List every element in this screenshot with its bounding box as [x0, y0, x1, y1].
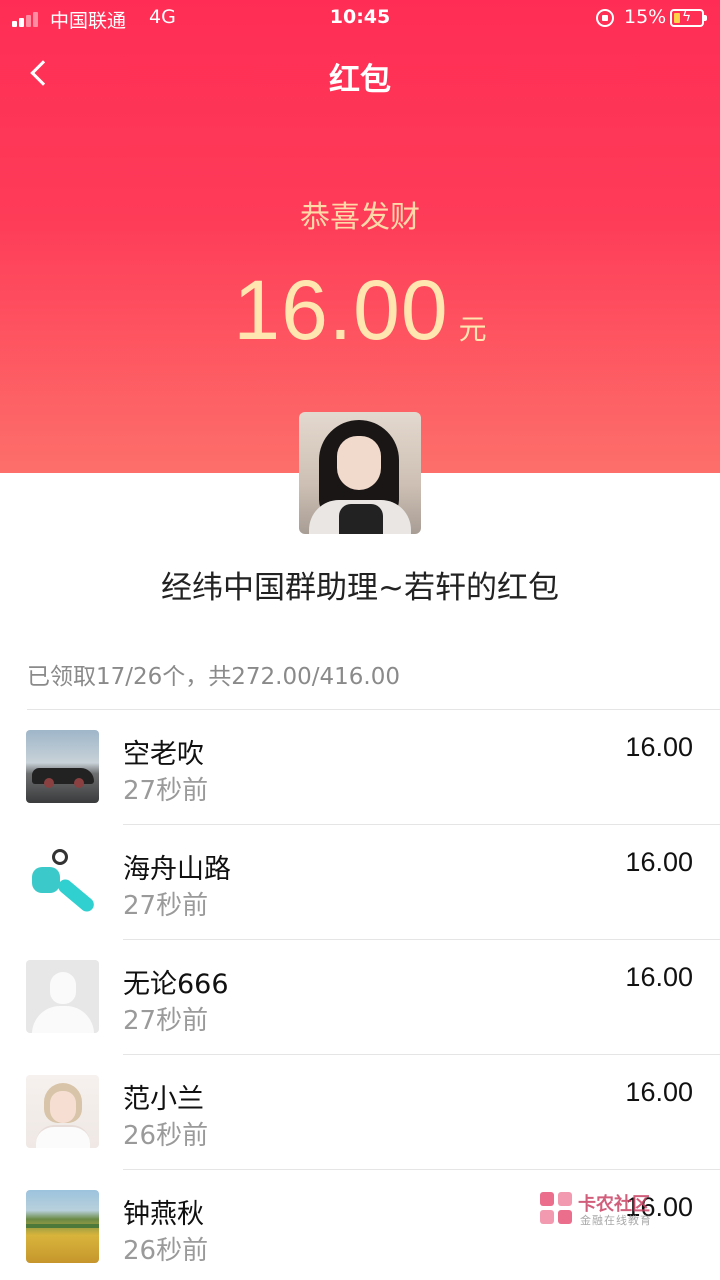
recipient-amount: 16.00 — [625, 962, 693, 992]
recipient-amount: 16.00 — [625, 1077, 693, 1107]
rotation-lock-icon — [596, 9, 614, 27]
watermark: 卡农社区 金融在线教育 — [540, 1190, 670, 1230]
recipient-name: 空老吹 — [123, 739, 204, 770]
recipient-name: 海舟山路 — [123, 854, 231, 885]
kanong-logo-icon — [540, 1192, 574, 1226]
amount-unit: 元 — [458, 313, 487, 346]
claim-summary: 已领取17/26个，共272.00/416.00 — [27, 664, 400, 690]
list-item[interactable]: 无论666 27秒前 16.00 — [0, 940, 720, 1055]
avatar[interactable] — [26, 1075, 99, 1148]
avatar[interactable] — [26, 845, 99, 918]
recipient-amount: 16.00 — [625, 732, 693, 762]
avatar[interactable] — [26, 960, 99, 1033]
watermark-tagline: 金融在线教育 — [580, 1214, 652, 1227]
packet-title: 经纬中国群助理~若轩的红包 — [161, 570, 559, 606]
red-packet-detail-page: 中国联通 4G 10:45 15% ϟ 红包 恭喜发财 16.00 元 经纬中国群… — [0, 0, 720, 1280]
red-packet-header: 中国联通 4G 10:45 15% ϟ 红包 恭喜发财 16.00 元 — [0, 0, 720, 473]
list-item[interactable]: 海舟山路 27秒前 16.00 — [0, 825, 720, 940]
packet-amount-row: 16.00 元 — [0, 262, 720, 359]
status-bar: 中国联通 4G 10:45 15% ϟ — [0, 0, 720, 36]
avatar[interactable] — [26, 730, 99, 803]
recipient-time: 26秒前 — [123, 1236, 209, 1266]
battery-icon: ϟ — [670, 9, 707, 27]
sender-avatar[interactable] — [299, 412, 421, 534]
recipient-time: 27秒前 — [123, 776, 209, 806]
battery-percent: 15% — [624, 6, 667, 28]
recipient-time: 27秒前 — [123, 891, 209, 921]
avatar[interactable] — [26, 1190, 99, 1263]
recipient-time: 26秒前 — [123, 1121, 209, 1151]
recipient-time: 27秒前 — [123, 1006, 209, 1036]
list-item[interactable]: 范小兰 26秒前 16.00 — [0, 1055, 720, 1170]
packet-amount: 16.00 — [233, 263, 449, 357]
list-item[interactable]: 空老吹 27秒前 16.00 — [0, 710, 720, 825]
packet-greeting: 恭喜发财 — [300, 200, 420, 235]
page-title: 红包 — [329, 62, 391, 98]
recipient-amount: 16.00 — [625, 847, 693, 877]
recipient-name: 无论666 — [123, 969, 229, 1000]
recipient-name: 钟燕秋 — [123, 1199, 204, 1230]
recipient-name: 范小兰 — [123, 1084, 204, 1115]
